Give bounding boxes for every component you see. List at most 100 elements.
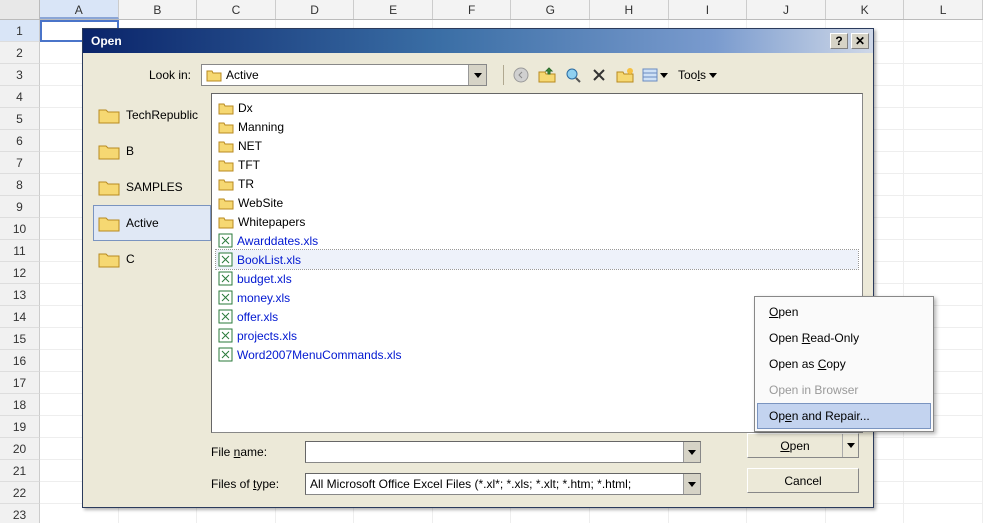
places-item[interactable]: SAMPLES (93, 169, 211, 205)
row-header[interactable]: 16 (0, 350, 40, 372)
open-split-arrow[interactable] (842, 434, 858, 457)
row-header[interactable]: 7 (0, 152, 40, 174)
file-item[interactable]: budget.xls (216, 269, 858, 288)
row-header[interactable]: 8 (0, 174, 40, 196)
file-item[interactable]: Manning (216, 117, 858, 136)
row-header[interactable]: 23 (0, 504, 40, 523)
row-header[interactable]: 18 (0, 394, 40, 416)
row-header[interactable]: 2 (0, 42, 40, 64)
row-header[interactable]: 13 (0, 284, 40, 306)
chevron-down-icon[interactable] (683, 474, 700, 494)
column-header[interactable]: I (669, 0, 748, 19)
new-folder-button[interactable] (612, 63, 638, 87)
titlebar[interactable]: Open ? ✕ (83, 29, 873, 53)
column-header[interactable]: C (197, 0, 276, 19)
row-header[interactable]: 17 (0, 372, 40, 394)
column-header[interactable]: B (119, 0, 198, 19)
lookin-label: Look in: (93, 68, 201, 82)
row-header[interactable]: 20 (0, 438, 40, 460)
tools-menu-button[interactable]: Tools (672, 68, 723, 82)
places-item[interactable]: Active (93, 205, 211, 241)
menu-item: Open in Browser (757, 377, 931, 403)
column-header[interactable]: A (40, 0, 119, 19)
cancel-button[interactable]: Cancel (747, 468, 859, 493)
column-header[interactable]: F (433, 0, 512, 19)
row-header[interactable]: 12 (0, 262, 40, 284)
lookin-value: Active (226, 68, 259, 82)
places-item[interactable]: B (93, 133, 211, 169)
cell[interactable] (904, 240, 983, 262)
file-item[interactable]: NET (216, 136, 858, 155)
menu-item[interactable]: Open and Repair... (757, 403, 931, 429)
chevron-down-icon[interactable] (468, 65, 486, 85)
row-header[interactable]: 5 (0, 108, 40, 130)
help-button[interactable]: ? (830, 33, 848, 49)
folder-icon (98, 214, 120, 232)
cell[interactable] (904, 504, 983, 523)
lookin-dropdown[interactable]: Active (201, 64, 487, 86)
cell[interactable] (904, 482, 983, 504)
row-header[interactable]: 15 (0, 328, 40, 350)
column-header[interactable]: G (511, 0, 590, 19)
places-item[interactable]: TechRepublic (93, 97, 211, 133)
cell[interactable] (904, 86, 983, 108)
row-header[interactable]: 21 (0, 460, 40, 482)
cell[interactable] (904, 460, 983, 482)
file-item[interactable]: BookList.xls (216, 250, 858, 269)
cell[interactable] (904, 130, 983, 152)
cell[interactable] (904, 262, 983, 284)
column-header[interactable]: H (590, 0, 669, 19)
up-one-level-button[interactable] (534, 63, 560, 87)
file-name: Awarddates.xls (237, 234, 318, 248)
folder-icon (218, 120, 234, 134)
cell[interactable] (904, 64, 983, 86)
cell[interactable] (904, 218, 983, 240)
file-item[interactable]: Whitepapers (216, 212, 858, 231)
file-item[interactable]: Awarddates.xls (216, 231, 858, 250)
cell[interactable] (904, 438, 983, 460)
column-header[interactable]: K (826, 0, 905, 19)
filename-text[interactable] (306, 443, 683, 461)
file-item[interactable]: WebSite (216, 193, 858, 212)
filetype-dropdown[interactable] (305, 473, 701, 495)
file-item[interactable]: TR (216, 174, 858, 193)
cell[interactable] (904, 152, 983, 174)
column-header[interactable]: J (747, 0, 826, 19)
places-item[interactable]: C (93, 241, 211, 277)
row-header[interactable]: 6 (0, 130, 40, 152)
row-header[interactable]: 14 (0, 306, 40, 328)
delete-button[interactable] (586, 63, 612, 87)
cell[interactable] (904, 42, 983, 64)
row-header[interactable]: 9 (0, 196, 40, 218)
open-button[interactable]: Open (747, 433, 859, 458)
row-header[interactable]: 3 (0, 64, 40, 86)
row-header[interactable]: 4 (0, 86, 40, 108)
cell[interactable] (904, 20, 983, 42)
folder-icon (218, 196, 234, 210)
column-header[interactable]: L (904, 0, 983, 19)
views-button[interactable] (638, 63, 672, 87)
file-name: TFT (238, 158, 260, 172)
close-button[interactable]: ✕ (851, 33, 869, 49)
column-header[interactable]: D (276, 0, 355, 19)
file-item[interactable]: TFT (216, 155, 858, 174)
folder-icon (218, 101, 234, 115)
row-header[interactable]: 10 (0, 218, 40, 240)
filename-input[interactable] (305, 441, 701, 463)
row-header[interactable]: 22 (0, 482, 40, 504)
file-item[interactable]: Dx (216, 98, 858, 117)
select-all-corner[interactable] (0, 0, 40, 19)
chevron-down-icon[interactable] (683, 442, 700, 462)
menu-item[interactable]: Open (757, 299, 931, 325)
row-header[interactable]: 11 (0, 240, 40, 262)
search-web-button[interactable] (560, 63, 586, 87)
row-header[interactable]: 1 (0, 20, 40, 42)
menu-item[interactable]: Open Read-Only (757, 325, 931, 351)
column-header[interactable]: E (354, 0, 433, 19)
cell[interactable] (904, 196, 983, 218)
menu-item[interactable]: Open as Copy (757, 351, 931, 377)
back-button[interactable] (508, 63, 534, 87)
cell[interactable] (904, 108, 983, 130)
cell[interactable] (904, 174, 983, 196)
row-header[interactable]: 19 (0, 416, 40, 438)
